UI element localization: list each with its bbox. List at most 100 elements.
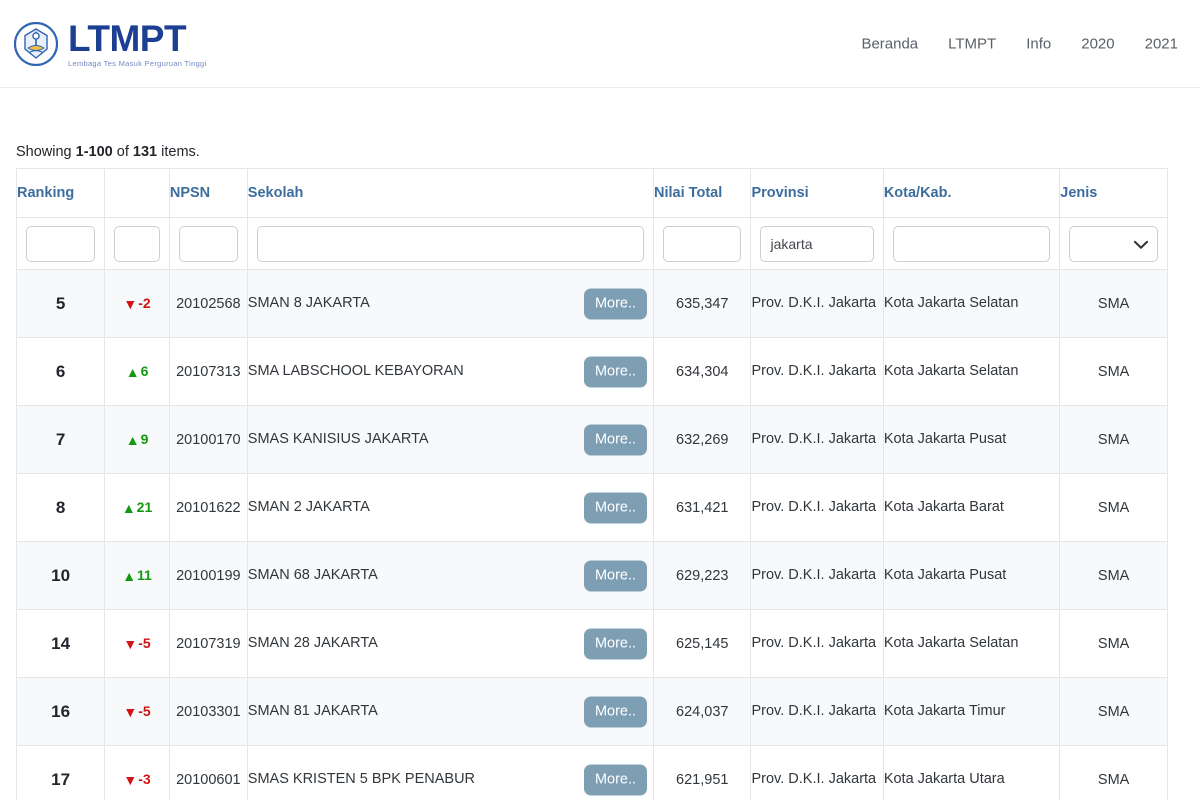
cell-npsn: 20103301 [168,677,248,746]
filter-input-provinsi[interactable] [760,225,874,262]
cell-provinsi: Prov. D.K.I. Jakarta [750,405,884,474]
table-row[interactable]: 6 ▲6 20107313 SMA LABSCHOOL KEBAYORAN More..… [15,337,1168,406]
site-header: LTMPT Lembaga Tes Masuk Perguruan Tinggi… [0,0,1200,88]
cell-jenis: SMA [1059,405,1168,474]
arrow-down-icon: ▼ [123,296,138,312]
table-row[interactable]: 5 ▼-2 20102568 SMAN 8 JAKARTA More.. 635,347 P… [15,269,1168,338]
cell-provinsi: Prov. D.K.I. Jakarta [750,473,884,542]
cell-nilai-total: 634,304 [653,337,752,406]
column-header-ranking[interactable]: Ranking [15,168,106,218]
cell-ranking: 6 [15,337,106,406]
ltmpt-seal-icon [13,21,59,66]
filter-cell-nilai [653,217,752,270]
rank-delta-value: -3 [138,771,151,787]
nav-item-beranda[interactable]: Beranda [861,35,918,52]
cell-npsn: 20100170 [168,405,248,474]
more-button[interactable]: More.. [583,560,648,591]
more-button[interactable]: More.. [583,492,648,523]
cell-rank-delta: ▲6 [104,337,170,406]
cell-kota-kab: Kota Jakarta Utara [882,745,1061,800]
brand[interactable]: LTMPT Lembaga Tes Masuk Perguruan Tinggi [13,20,207,68]
cell-jenis: SMA [1059,677,1168,746]
cell-jenis: SMA [1059,745,1168,800]
cell-kota-kab: Kota Jakarta Timur [882,677,1061,746]
cell-rank-delta: ▲21 [104,473,170,542]
cell-provinsi: Prov. D.K.I. Jakarta [750,337,884,406]
cell-sekolah: SMA LABSCHOOL KEBAYORAN More.. [246,337,655,406]
rank-delta-value: -5 [138,703,151,719]
cell-rank-delta: ▲11 [104,541,170,610]
filter-input-sekolah[interactable] [256,225,645,262]
brand-tagline: Lembaga Tes Masuk Perguruan Tinggi [68,58,207,68]
cell-npsn: 20100199 [168,541,248,610]
column-header-provinsi[interactable]: Provinsi [750,168,884,218]
cell-sekolah: SMAS KANISIUS JAKARTA More.. [246,405,655,474]
column-header-sekolah[interactable]: Sekolah [246,168,655,218]
table-filter-row: SMASMKMA [15,217,1168,270]
more-button[interactable]: More.. [583,696,648,727]
filter-input-ranking[interactable] [26,225,96,262]
rank-delta-value: 9 [140,431,149,447]
cell-npsn: 20100601 [168,745,248,800]
nav-item-info[interactable]: Info [1026,35,1051,52]
ranking-table: Ranking NPSN Sekolah Nilai Total Provins… [15,168,1168,800]
cell-jenis: SMA [1059,269,1168,338]
column-header-npsn[interactable]: NPSN [168,168,248,218]
cell-npsn: 20107319 [168,609,248,678]
arrow-up-icon: ▲ [122,568,137,584]
cell-sekolah: SMAN 81 JAKARTA More.. [246,677,655,746]
filter-input-kota-kab[interactable] [892,225,1051,262]
table-row[interactable]: 17 ▼-3 20100601 SMAS KRISTEN 5 BPK PENABUR M… [15,745,1168,800]
filter-select-jenis[interactable]: SMASMKMA [1069,225,1158,262]
cell-ranking: 7 [15,405,106,474]
table-row[interactable]: 7 ▲9 20100170 SMAS KANISIUS JAKARTA More.. 63… [15,405,1168,474]
column-header-jenis[interactable]: Jenis [1059,168,1168,218]
rank-delta-value: 6 [140,363,149,379]
cell-rank-delta: ▼-2 [104,269,170,338]
rank-delta-value: -5 [138,635,151,651]
cell-kota-kab: Kota Jakarta Selatan [882,609,1061,678]
cell-jenis: SMA [1059,473,1168,542]
table-head: Ranking NPSN Sekolah Nilai Total Provins… [15,168,1168,270]
cell-sekolah: SMAN 2 JAKARTA More.. [246,473,655,542]
table-header-row: Ranking NPSN Sekolah Nilai Total Provins… [15,168,1168,218]
cell-ranking: 10 [15,541,106,610]
column-header-kota-kab[interactable]: Kota/Kab. [882,168,1061,218]
more-button[interactable]: More.. [583,764,648,795]
more-button[interactable]: More.. [583,288,648,319]
rank-delta-value: -2 [138,295,151,311]
filter-cell-kota [882,217,1061,270]
table-row[interactable]: 16 ▼-5 20103301 SMAN 81 JAKARTA More.. 624,03… [15,677,1168,746]
more-button[interactable]: More.. [583,424,648,455]
cell-provinsi: Prov. D.K.I. Jakarta [750,677,884,746]
column-header-delta[interactable] [104,168,170,218]
arrow-down-icon: ▼ [123,636,138,652]
filter-input-delta[interactable] [114,225,160,262]
filter-input-nilai-total[interactable] [663,225,742,262]
arrow-up-icon: ▲ [125,432,140,448]
showing-range: 1-100 [75,144,113,160]
filter-cell-jenis: SMASMKMA [1059,217,1168,270]
cell-provinsi: Prov. D.K.I. Jakarta [750,269,884,338]
cell-ranking: 16 [15,677,106,746]
cell-npsn: 20107313 [168,337,248,406]
cell-sekolah: SMAS KRISTEN 5 BPK PENABUR More.. [246,745,655,800]
nav-item-ltmpt[interactable]: LTMPT [948,35,996,52]
cell-rank-delta: ▼-5 [104,677,170,746]
column-header-nilai-total[interactable]: Nilai Total [653,168,752,218]
nav-item-2020[interactable]: 2020 [1081,35,1114,52]
cell-ranking: 5 [15,269,106,338]
showing-summary: Showing 1-100 of 131 items. [16,144,1184,160]
filter-input-npsn[interactable] [178,225,238,262]
cell-provinsi: Prov. D.K.I. Jakarta [750,745,884,800]
more-button[interactable]: More.. [583,356,648,387]
cell-kota-kab: Kota Jakarta Pusat [882,405,1061,474]
table-row[interactable]: 8 ▲21 20101622 SMAN 2 JAKARTA More.. 631,421 P… [15,473,1168,542]
table-row[interactable]: 10 ▲11 20100199 SMAN 68 JAKARTA More.. 629,22… [15,541,1168,610]
cell-sekolah: SMAN 8 JAKARTA More.. [246,269,655,338]
table-row[interactable]: 14 ▼-5 20107319 SMAN 28 JAKARTA More.. 625,14… [15,609,1168,678]
filter-cell-delta [104,217,170,270]
more-button[interactable]: More.. [583,628,648,659]
cell-kota-kab: Kota Jakarta Selatan [882,337,1061,406]
nav-item-2021[interactable]: 2021 [1145,35,1178,52]
